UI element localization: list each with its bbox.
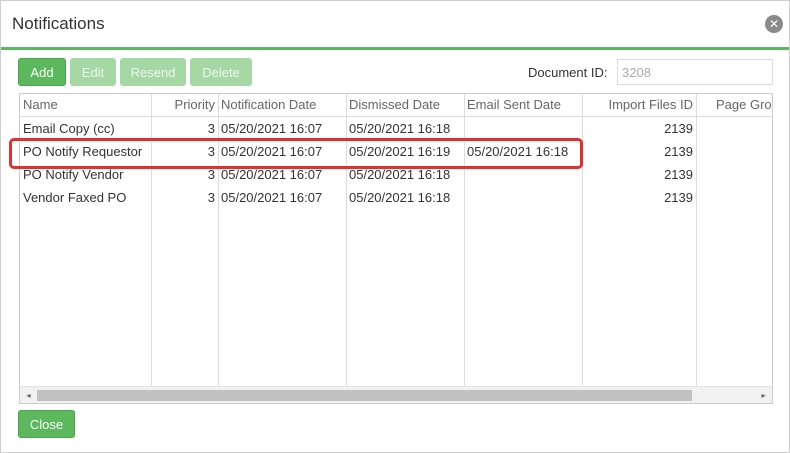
cell-notification-date: 05/20/2021 16:07 <box>221 121 323 136</box>
table-row[interactable]: PO Notify Vendor 3 05/20/2021 16:07 05/2… <box>20 164 772 187</box>
column-header-import-files-id[interactable]: Import Files ID <box>582 94 696 117</box>
add-button[interactable]: Add <box>18 58 66 86</box>
cell-priority: 3 <box>207 190 215 205</box>
table-row[interactable]: PO Notify Requestor 3 05/20/2021 16:07 0… <box>20 141 772 164</box>
scroll-left-icon[interactable]: ◂ <box>20 387 37 403</box>
cell-import-files-id: 2139 <box>664 144 693 159</box>
cell-email-sent-date <box>464 164 582 187</box>
cell-import-files-id: 2139 <box>664 190 693 205</box>
column-header-email-sent-date[interactable]: Email Sent Date <box>464 94 582 117</box>
notifications-grid: Name Priority Notification Date Dismisse… <box>19 93 773 404</box>
cell-name: PO Notify Vendor <box>23 167 124 182</box>
delete-button[interactable]: Delete <box>190 58 252 86</box>
cell-priority: 3 <box>207 121 215 136</box>
column-header-page-group[interactable]: Page Gro <box>696 94 772 117</box>
close-button[interactable]: Close <box>18 410 75 438</box>
cell-import-files-id: 2139 <box>664 121 693 136</box>
close-icon[interactable]: ✕ <box>765 15 783 33</box>
cell-import-files-id: 2139 <box>664 167 693 182</box>
column-header-name[interactable]: Name <box>20 94 151 117</box>
column-header-dismissed-date[interactable]: Dismissed Date <box>346 94 464 117</box>
cell-email-sent-date <box>464 118 582 141</box>
column-header-notification-date[interactable]: Notification Date <box>218 94 346 117</box>
cell-notification-date: 05/20/2021 16:07 <box>221 144 323 159</box>
document-id-label: Document ID: <box>528 65 608 80</box>
cell-dismissed-date: 05/20/2021 16:18 <box>349 167 451 182</box>
cell-dismissed-date: 05/20/2021 16:18 <box>349 121 451 136</box>
resend-button[interactable]: Resend <box>120 58 186 86</box>
cell-priority: 3 <box>207 144 215 159</box>
grid-header: Name Priority Notification Date Dismisse… <box>20 94 772 117</box>
cell-notification-date: 05/20/2021 16:07 <box>221 190 323 205</box>
cell-notification-date: 05/20/2021 16:07 <box>221 167 323 182</box>
cell-name: Email Copy (cc) <box>23 121 115 136</box>
cell-dismissed-date: 05/20/2021 16:19 <box>349 144 451 159</box>
cell-name: Vendor Faxed PO <box>23 190 127 205</box>
table-row[interactable]: Email Copy (cc) 3 05/20/2021 16:07 05/20… <box>20 118 772 141</box>
notifications-dialog: Notifications ✕ Add Edit Resend Delete D… <box>0 0 790 453</box>
edit-button[interactable]: Edit <box>70 58 116 86</box>
cell-dismissed-date: 05/20/2021 16:18 <box>349 190 451 205</box>
title-divider <box>1 47 789 50</box>
horizontal-scrollbar[interactable]: ◂ ▸ <box>20 386 772 403</box>
dialog-titlebar: Notifications ✕ <box>1 1 789 47</box>
column-header-priority[interactable]: Priority <box>151 94 218 117</box>
cell-email-sent-date: 05/20/2021 16:18 <box>467 144 569 159</box>
cell-name: PO Notify Requestor <box>23 144 143 159</box>
scrollbar-thumb[interactable] <box>37 390 692 401</box>
dialog-title: Notifications <box>12 14 105 33</box>
table-row[interactable]: Vendor Faxed PO 3 05/20/2021 16:07 05/20… <box>20 187 772 210</box>
cell-priority: 3 <box>207 167 215 182</box>
document-id-field[interactable] <box>617 59 773 85</box>
grid-body: Name Priority Notification Date Dismisse… <box>20 94 772 386</box>
scroll-right-icon[interactable]: ▸ <box>755 387 772 403</box>
cell-email-sent-date <box>464 187 582 210</box>
